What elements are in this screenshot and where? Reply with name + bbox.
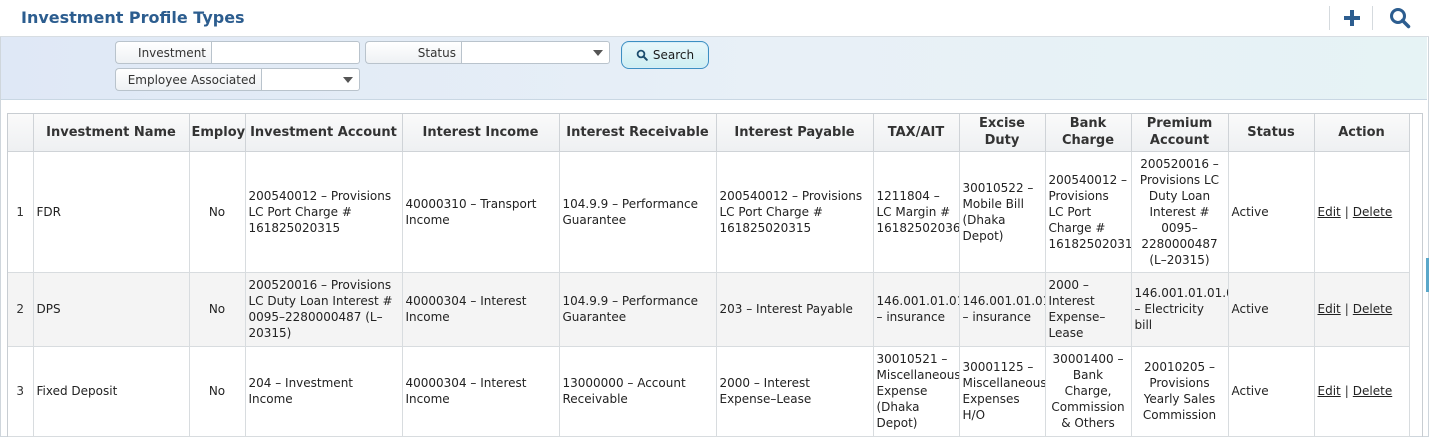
cell-premium-account: 20010205 – Provisions Yearly Sales Commi…: [1131, 346, 1229, 437]
data-grid: Investment Name Employee Associated Inve…: [7, 113, 1423, 437]
toolbar-divider: [1329, 6, 1330, 30]
cell-interest-income: 40000304 – Interest Income: [402, 346, 560, 437]
cell-investment-account: 204 – Investment Income: [245, 346, 403, 437]
column-header-interest-income[interactable]: Interest Income: [402, 114, 560, 152]
column-header-interest-payable[interactable]: Interest Payable: [716, 114, 874, 152]
filter-panel: Investment Status Search Employee Associ…: [1, 37, 1427, 100]
cell-action: Edit | Delete: [1314, 346, 1410, 437]
column-header-investment-name[interactable]: Investment Name: [33, 114, 190, 152]
toggle-search-button[interactable]: [1385, 4, 1415, 32]
edit-link[interactable]: Edit: [1318, 205, 1341, 219]
cell-interest-income: 40000310 – Transport Income: [402, 151, 560, 273]
status-label: Status: [365, 41, 462, 64]
employee-associated-label: Employee Associated: [115, 68, 262, 91]
cell-tax-ait: 1211804 – LC Margin # 161825020364: [873, 151, 960, 273]
cell-interest-receivable: 13000000 – Account Receivable: [559, 346, 717, 437]
cell-action: Edit | Delete: [1314, 272, 1410, 347]
cell-investment-account: 200540012 – Provisions LC Port Charge # …: [245, 151, 403, 273]
search-icon: [1390, 8, 1411, 29]
cell-interest-payable: 200540012 – Provisions LC Port Charge # …: [716, 151, 874, 273]
edit-link[interactable]: Edit: [1318, 384, 1341, 398]
cell-status: Active: [1228, 272, 1315, 347]
table-row[interactable]: 2 DPS No 200520016 – Provisions LC Duty …: [8, 272, 1410, 347]
title-bar: Investment Profile Types: [0, 0, 1429, 37]
search-button[interactable]: Search: [621, 41, 709, 69]
investment-input[interactable]: [211, 41, 360, 64]
action-separator: |: [1344, 384, 1349, 398]
status-select[interactable]: [461, 41, 610, 64]
cell-investment-name: Fixed Deposit: [33, 346, 190, 437]
cell-tax-ait: 146.001.01.01 – insurance: [873, 272, 960, 347]
employee-associated-select[interactable]: [261, 68, 360, 91]
cell-investment-name: FDR: [33, 151, 190, 273]
search-icon: [636, 49, 648, 61]
delete-link[interactable]: Delete: [1353, 302, 1392, 316]
cell-bank-charge: 2000 – Interest Expense–Lease: [1045, 272, 1132, 347]
chevron-down-icon: [593, 50, 603, 56]
delete-link[interactable]: Delete: [1353, 384, 1392, 398]
column-header-bank-charge[interactable]: Bank Charge: [1045, 114, 1132, 152]
cell-excise-duty: 30010522 – Mobile Bill (Dhaka Depot): [959, 151, 1046, 273]
column-header-action: Action: [1314, 114, 1410, 152]
column-header-excise-duty[interactable]: Excise Duty: [959, 114, 1046, 152]
row-number: 1: [8, 151, 34, 273]
cell-premium-account: 200520016 – Provisions LC Duty Loan Inte…: [1131, 151, 1229, 273]
cell-excise-duty: 146.001.01.01 – insurance: [959, 272, 1046, 347]
column-header-employee-associated[interactable]: Employee Associated: [189, 114, 246, 152]
row-number: 3: [8, 346, 34, 437]
cell-status: Active: [1228, 346, 1315, 437]
investment-label: Investment: [115, 41, 212, 64]
table-row[interactable]: 1 FDR No 200540012 – Provisions LC Port …: [8, 151, 1410, 273]
cell-interest-income: 40000304 – Interest Income: [402, 272, 560, 347]
cell-bank-charge: 200540012 – Provisions LC Port Charge # …: [1045, 151, 1132, 273]
edit-link[interactable]: Edit: [1318, 302, 1341, 316]
chevron-down-icon: [343, 77, 353, 83]
column-header-investment-account[interactable]: Investment Account: [245, 114, 403, 152]
investment-profile-table: Investment Name Employee Associated Inve…: [8, 114, 1410, 437]
cell-employee-associated: No: [189, 272, 246, 347]
search-button-label: Search: [652, 48, 695, 62]
action-separator: |: [1344, 204, 1349, 219]
plus-icon: [1344, 10, 1360, 26]
column-header-premium-account[interactable]: Premium Account: [1131, 114, 1229, 152]
column-header-interest-receivable[interactable]: Interest Receivable: [559, 114, 717, 152]
cell-action: Edit | Delete: [1314, 151, 1410, 273]
column-header-tax-ait[interactable]: TAX/AIT: [873, 114, 960, 152]
cell-interest-payable: 2000 – Interest Expense–Lease: [716, 346, 874, 437]
cell-interest-receivable: 104.9.9 – Performance Guarantee: [559, 151, 717, 273]
cell-premium-account: 146.001.01.01.07 – Electricity bill: [1131, 272, 1229, 347]
cell-employee-associated: No: [189, 346, 246, 437]
table-row[interactable]: 3 Fixed Deposit No 204 – Investment Inco…: [8, 346, 1410, 437]
row-number: 2: [8, 272, 34, 347]
cell-tax-ait: 30010521 – Miscellaneous Expense (Dhaka …: [873, 346, 960, 437]
cell-interest-payable: 203 – Interest Payable: [716, 272, 874, 347]
action-separator: |: [1344, 302, 1349, 316]
page-title: Investment Profile Types: [21, 8, 245, 27]
table-header-row: Investment Name Employee Associated Inve…: [8, 114, 1410, 152]
cell-interest-receivable: 104.9.9 – Performance Guarantee: [559, 272, 717, 347]
toolbar-divider: [1372, 6, 1373, 30]
cell-employee-associated: No: [189, 151, 246, 273]
add-button[interactable]: [1337, 4, 1367, 32]
cell-investment-name: DPS: [33, 272, 190, 347]
cell-excise-duty: 30001125 – Miscellaneous Expenses H/O: [959, 346, 1046, 437]
column-header-row-number: [8, 114, 34, 152]
column-header-status[interactable]: Status: [1228, 114, 1315, 152]
cell-bank-charge: 30001400 – Bank Charge, Commission & Oth…: [1045, 346, 1132, 437]
cell-status: Active: [1228, 151, 1315, 273]
cell-investment-account: 200520016 – Provisions LC Duty Loan Inte…: [245, 272, 403, 347]
delete-link[interactable]: Delete: [1353, 205, 1392, 219]
